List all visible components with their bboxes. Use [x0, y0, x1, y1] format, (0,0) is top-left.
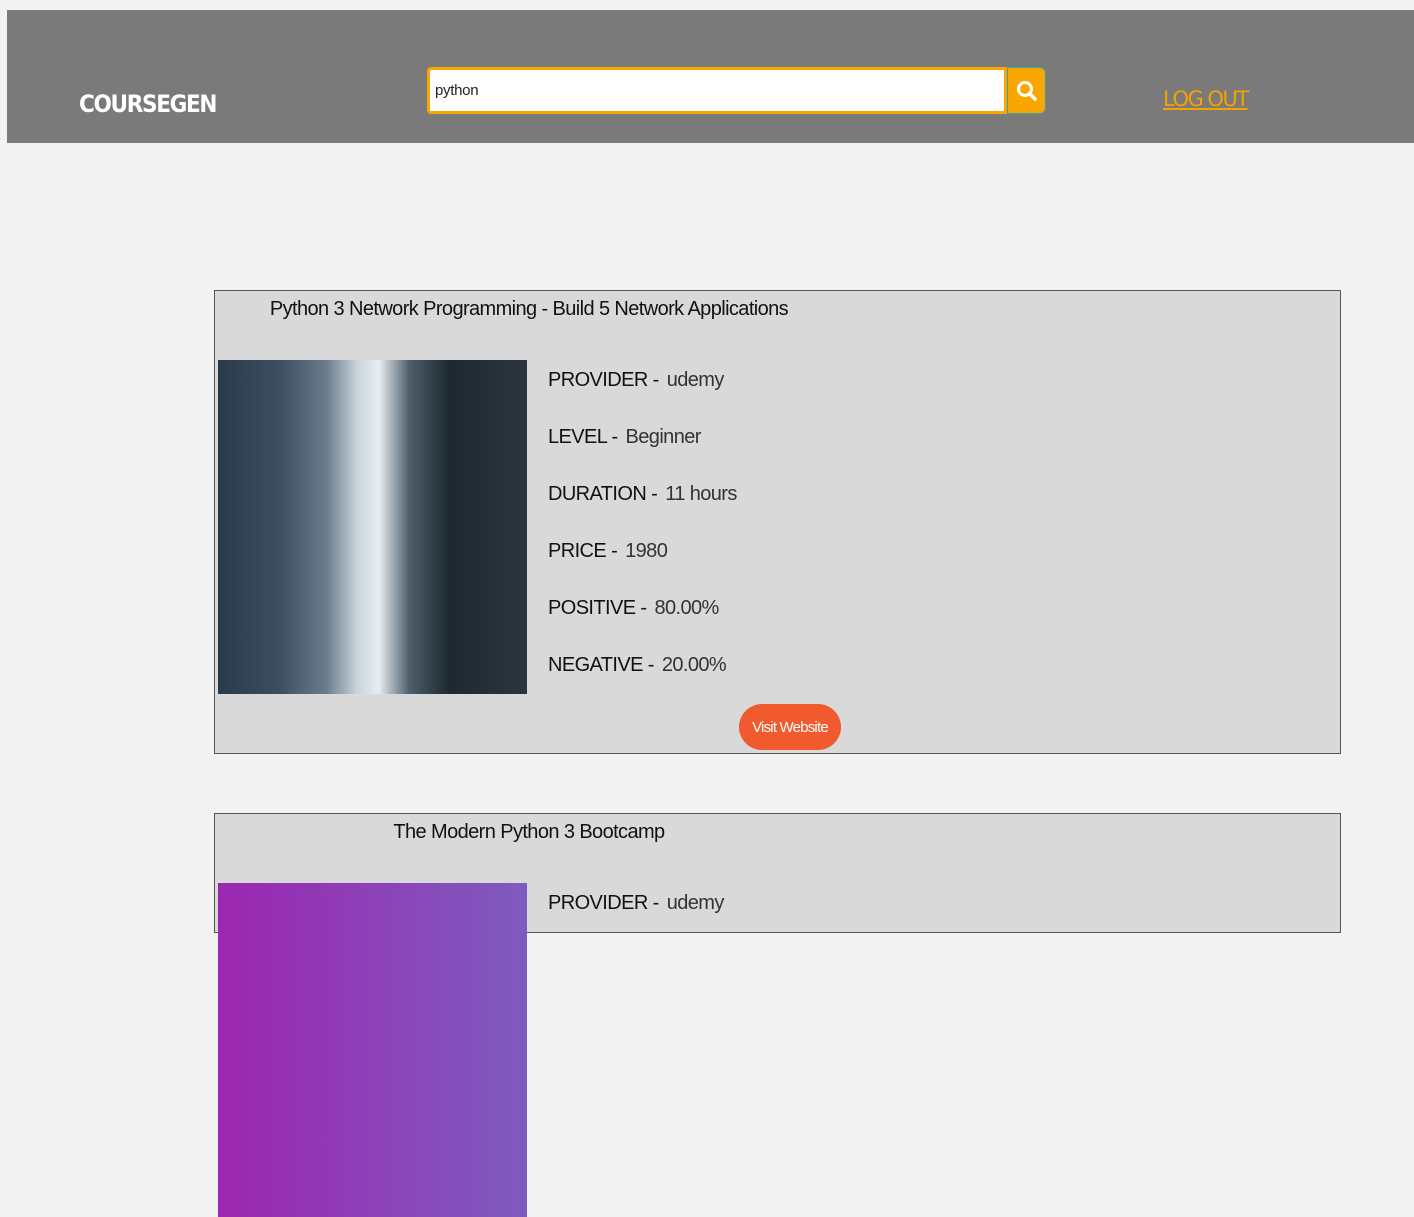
course-card: Python 3 Network Programming - Build 5 N… [214, 290, 1341, 754]
course-card: The Modern Python 3 Bootcamp PROVIDER -u… [214, 813, 1341, 1217]
search-icon [1016, 80, 1037, 101]
duration-row: DURATION - 11 hours [548, 483, 737, 540]
provider-value: udemy [666, 369, 725, 391]
course-image [218, 360, 527, 694]
search-button[interactable] [1007, 67, 1046, 114]
level-label: LEVEL - [548, 426, 618, 448]
negative-row: NEGATIVE - 20.00% [548, 654, 737, 711]
logo[interactable]: COURSEGEN [79, 90, 217, 118]
provider-row: PROVIDER - udemy [548, 892, 724, 949]
course-title: The Modern Python 3 Bootcamp [393, 821, 665, 843]
negative-label: NEGATIVE - [548, 654, 654, 676]
positive-label: POSITIVE - [548, 597, 647, 619]
provider-row: PROVIDER - udemy [548, 369, 737, 426]
course-title: Python 3 Network Programming - Build 5 N… [269, 298, 789, 320]
price-value: 1980 [625, 540, 668, 562]
level-row: LEVEL - Beginner [548, 426, 737, 483]
negative-value: 20.00% [661, 654, 727, 676]
positive-row: POSITIVE - 80.00% [548, 597, 737, 654]
provider-label: PROVIDER - [548, 369, 659, 391]
price-label: PRICE - [548, 540, 618, 562]
price-row: PRICE - 1980 [548, 540, 737, 597]
level-value: Beginner [625, 426, 702, 448]
visit-website-button[interactable]: Visit Website [739, 704, 841, 750]
logout-link[interactable]: LOG OUT [1163, 87, 1249, 111]
positive-value: 80.00% [654, 597, 719, 619]
course-details: PROVIDER - udemy LEVEL - Beginner DURATION… [548, 369, 737, 711]
top-header: COURSEGEN LOG OUT [7, 10, 1414, 143]
course-image [218, 883, 527, 1217]
search-input[interactable] [430, 70, 1004, 111]
duration-label: DURATION - [548, 483, 658, 505]
course-details: PROVIDER - udemy [548, 892, 724, 949]
search-box[interactable] [427, 67, 1007, 114]
duration-value: 11 hours [665, 483, 737, 505]
